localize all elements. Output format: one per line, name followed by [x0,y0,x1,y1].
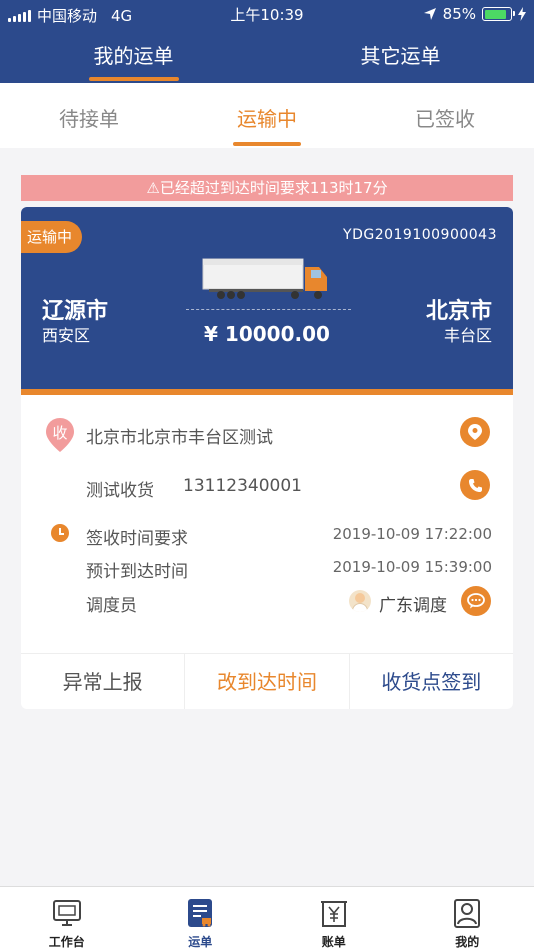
nav-bill[interactable]: 账单 [267,887,401,950]
order-actions: 异常上报 改到达时间 收货点签到 [21,653,513,709]
receiver-name: 测试收货 [86,481,154,501]
monitor-icon [52,900,81,926]
bill-icon [320,901,347,927]
nav-waybill[interactable]: 运单 [134,887,268,950]
location-pin-icon [468,424,482,440]
dispatcher-avatar [349,590,371,612]
main-tabs: 我的运单 其它运单 [0,28,534,83]
tab-pending[interactable]: 待接单 [0,83,178,148]
delivery-address: 北京市北京市丰台区测试 [86,428,273,448]
nav-waybill-label: 运单 [188,935,213,949]
nav-bill-label: 账单 [321,935,346,949]
tab-other-orders[interactable]: 其它运单 [267,28,534,83]
nav-profile[interactable]: 我的 [401,887,534,950]
change-arrival-time-button[interactable]: 改到达时间 [185,654,350,709]
nav-workbench-label: 工作台 [48,935,85,949]
nav-workbench[interactable]: 工作台 [0,887,134,950]
destination-district: 丰台区 [443,326,492,345]
order-card[interactable]: 运输中 YDG2019100900043 辽源市 西安区 北京市 丰台区 ¥ 1… [21,207,513,709]
eta-label: 预计到达时间 [86,562,188,582]
dispatcher-name: 广东调度 [379,596,447,616]
phone-icon [468,478,482,492]
battery-icon [482,7,515,21]
profile-icon [454,899,481,928]
route-line [186,309,351,310]
bottom-nav: 工作台 运单 账单 我的 [0,886,534,950]
tab-my-orders[interactable]: 我的运单 [0,28,267,83]
truck-icon [202,258,327,299]
tab-signed[interactable]: 已签收 [356,83,534,148]
status-bar: 中国移动 4G 上午10:39 85% [0,0,534,28]
clock-icon [51,524,69,542]
overdue-warning-banner: ⚠已经超过到达时间要求113时17分 [21,175,513,201]
dispatcher-label: 调度员 [86,596,137,616]
battery-percent: 85% [442,5,476,23]
report-exception-button[interactable]: 异常上报 [21,654,186,709]
sign-time-label: 签收时间要求 [86,529,188,549]
checkin-button[interactable]: 收货点签到 [350,654,513,709]
charging-icon [518,7,526,21]
tab-in-transit[interactable]: 运输中 [178,83,356,148]
receiver-phone: 13112340001 [183,476,302,496]
status-badge: 运输中 [21,221,83,253]
order-card-header: 运输中 YDG2019100900043 辽源市 西安区 北京市 丰台区 ¥ 1… [21,207,513,389]
call-receiver-button[interactable] [460,470,490,500]
chat-dispatcher-button[interactable] [461,586,491,616]
chat-icon [467,593,485,609]
location-arrow-icon [423,8,436,20]
top-bar: 中国移动 4G 上午10:39 85% 我的运单 其它运单 [0,0,534,83]
sign-time-value: 2019-10-09 17:22:00 [332,525,492,543]
nav-profile-label: 我的 [455,935,480,949]
origin-district: 西安区 [42,326,91,345]
status-tabs: 待接单 运输中 已签收 [0,83,534,148]
card-accent-strip [21,389,513,395]
waybill-icon [188,899,213,927]
eta-value: 2019-10-09 15:39:00 [332,558,492,576]
map-location-button[interactable] [460,417,490,447]
freight-price: ¥ 10000.00 [204,322,330,346]
destination-city: 北京市 [425,299,492,324]
receive-badge-label: 收 [52,424,68,442]
order-number: YDG2019100900043 [343,227,497,243]
status-right: 85% [423,5,526,23]
origin-city: 辽源市 [42,299,109,324]
